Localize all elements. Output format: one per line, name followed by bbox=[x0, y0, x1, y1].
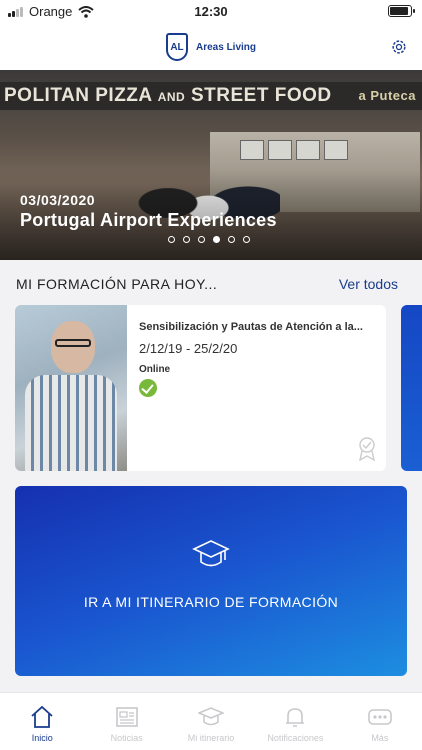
hero-sign-text-2: STREET FOOD bbox=[191, 85, 332, 106]
home-icon bbox=[31, 705, 53, 728]
graduation-cap-icon bbox=[198, 707, 225, 726]
bell-icon bbox=[286, 708, 305, 727]
tab-label: Mi itinerario bbox=[187, 733, 235, 743]
hero-title[interactable]: Portugal Airport Experiences bbox=[20, 210, 277, 231]
gear-icon[interactable] bbox=[390, 38, 408, 56]
itinerary-label: IR A MI ITINERARIO DE FORMACIÓN bbox=[83, 594, 339, 610]
hero-sign: POLITAN PIZZA AND STREET FOOD a Puteca bbox=[0, 82, 422, 110]
status-time: 12:30 bbox=[194, 4, 228, 19]
tab-notificaciones[interactable]: Notificaciones bbox=[253, 693, 337, 750]
carousel-dots[interactable] bbox=[168, 236, 250, 243]
course-dates: 2/12/19 - 25/2/20 bbox=[139, 341, 238, 356]
see-all-link[interactable]: Ver todos bbox=[339, 276, 398, 292]
course-mode: Online bbox=[139, 364, 171, 375]
tab-inicio[interactable]: Inicio bbox=[0, 693, 84, 750]
carousel-dot[interactable] bbox=[228, 236, 235, 243]
next-course-card[interactable] bbox=[401, 305, 422, 471]
hero-carousel[interactable]: POLITAN PIZZA AND STREET FOOD a Puteca 0… bbox=[0, 70, 422, 260]
logo-shield-icon: AL bbox=[166, 33, 188, 61]
battery-icon bbox=[388, 5, 415, 17]
hero-date: 03/03/2020 bbox=[20, 192, 96, 208]
app-logo: AL Areas Living bbox=[166, 33, 256, 61]
hero-sign-right: a Puteca bbox=[358, 88, 416, 103]
tab-label: Más bbox=[371, 733, 389, 743]
tab-label: Inicio bbox=[31, 733, 53, 743]
tab-bar: Inicio Noticias Mi itinerario Notificaci… bbox=[0, 692, 422, 750]
course-image bbox=[15, 305, 127, 471]
app-header: AL Areas Living bbox=[0, 24, 422, 70]
logo-text: Areas Living bbox=[196, 41, 257, 53]
tab-label: Notificaciones bbox=[267, 733, 324, 743]
course-card[interactable]: Sensibilización y Pautas de Atención a l… bbox=[15, 305, 386, 471]
check-icon bbox=[139, 379, 157, 397]
carousel-dot[interactable] bbox=[168, 236, 175, 243]
tab-mas[interactable]: Más bbox=[338, 693, 422, 750]
hero-menu-screens bbox=[240, 140, 348, 160]
carousel-dot[interactable] bbox=[198, 236, 205, 243]
carousel-dot-active[interactable] bbox=[213, 236, 220, 243]
hero-sign-text: POLITAN PIZZA bbox=[4, 85, 152, 106]
formation-section-header: MI FORMACIÓN PARA HOY... Ver todos bbox=[16, 276, 398, 294]
itinerary-button[interactable]: IR A MI ITINERARIO DE FORMACIÓN bbox=[15, 486, 407, 676]
course-title: Sensibilización y Pautas de Atención a l… bbox=[139, 321, 363, 333]
tab-label: Noticias bbox=[110, 733, 143, 743]
hero-sign-and: AND bbox=[157, 90, 186, 104]
status-bar: Orange 12:30 bbox=[0, 0, 422, 24]
carousel-dot[interactable] bbox=[183, 236, 190, 243]
tab-noticias[interactable]: Noticias bbox=[84, 693, 168, 750]
newspaper-icon bbox=[115, 707, 138, 727]
graduation-cap-icon bbox=[192, 540, 230, 567]
course-body: Sensibilización y Pautas de Atención a l… bbox=[139, 305, 379, 375]
section-title: MI FORMACIÓN PARA HOY... bbox=[16, 276, 218, 292]
badge-icon bbox=[359, 437, 375, 461]
carousel-dot[interactable] bbox=[243, 236, 250, 243]
tab-mi-itinerario[interactable]: Mi itinerario bbox=[169, 693, 253, 750]
more-icon bbox=[368, 709, 392, 725]
